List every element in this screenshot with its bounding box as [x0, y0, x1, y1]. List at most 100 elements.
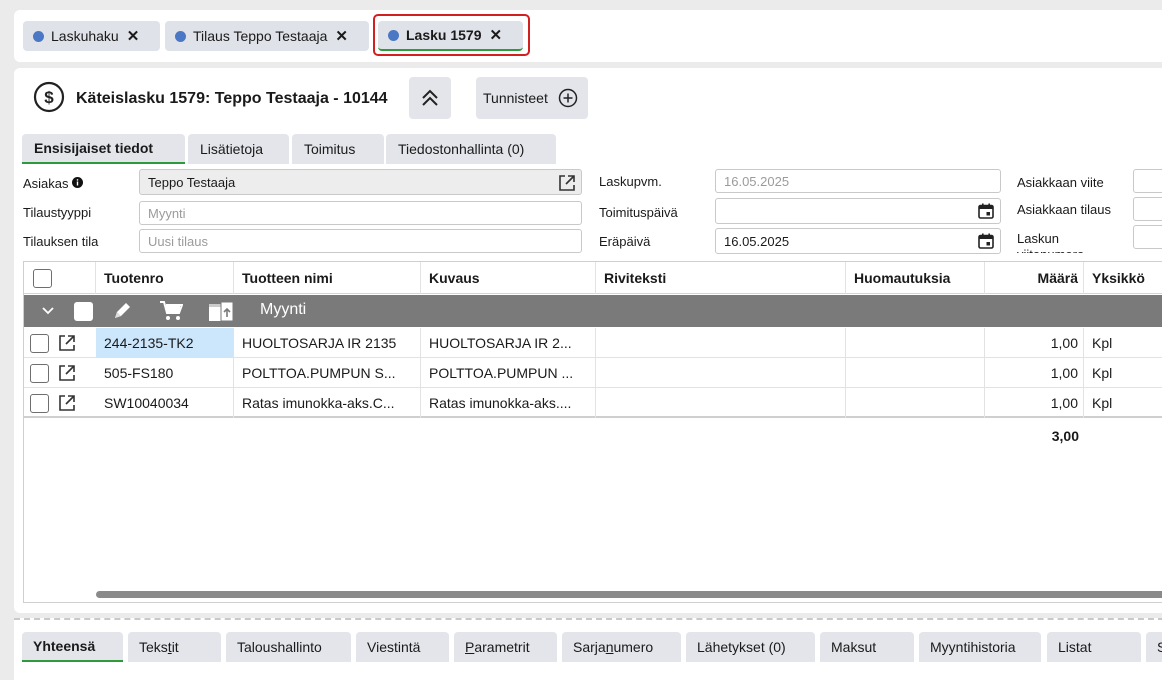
tab-sarjanumero[interactable]: Sarja n umero — [562, 632, 681, 662]
tab-lahetykset[interactable]: Lähetykset (0) — [686, 632, 815, 662]
column-header-riviteksti[interactable]: Riviteksti — [596, 262, 846, 294]
open-external-icon[interactable] — [58, 364, 76, 382]
tab-lisatietoja[interactable]: Lisätietoja — [188, 134, 289, 164]
cell-quantity[interactable]: 1,00 — [985, 328, 1084, 358]
tab-listat[interactable]: Listat — [1047, 632, 1141, 662]
cell-product-no[interactable]: 505-FS180 — [96, 358, 234, 388]
tab-yhteensa[interactable]: Yhteensä — [22, 632, 123, 662]
svg-text:$: $ — [44, 88, 54, 107]
invoice-date-field[interactable]: 16.05.2025 — [715, 169, 1001, 193]
cell-row-text[interactable] — [596, 388, 846, 418]
calendar-icon[interactable] — [978, 203, 994, 219]
column-header-yksikko[interactable]: Yksikkö — [1084, 262, 1162, 294]
cart-icon[interactable] — [159, 300, 183, 322]
delivery-date-field[interactable] — [715, 198, 1001, 224]
cell-unit[interactable]: Kpl — [1084, 328, 1162, 358]
tab-myyntihistoria[interactable]: Myyntihistoria — [919, 632, 1041, 662]
cell-notes[interactable] — [846, 328, 985, 358]
cell-description[interactable]: POLTTOA.PUMPUN ... — [421, 358, 596, 388]
invoice-date-label: Laskupvm. — [599, 174, 662, 189]
collapse-header-button[interactable] — [409, 77, 451, 119]
cell-quantity[interactable]: 1,00 — [985, 388, 1084, 418]
info-icon[interactable] — [72, 177, 84, 188]
open-external-icon[interactable] — [558, 174, 576, 192]
tab-parametrit[interactable]: Parametrit — [454, 632, 557, 662]
doc-tab-laskuhaku[interactable]: Laskuhaku ✕ — [23, 21, 160, 51]
order-type-field[interactable]: Myynti — [139, 201, 582, 225]
row-actions-cell — [24, 388, 96, 418]
open-external-icon[interactable] — [58, 334, 76, 352]
chevron-down-icon[interactable] — [42, 307, 54, 315]
customer-ref-label: Asiakkaan viite — [1017, 175, 1104, 190]
customer-ref-field[interactable] — [1133, 169, 1162, 193]
cell-product-no[interactable]: SW10040034 — [96, 388, 234, 418]
invoice-ref-field[interactable] — [1133, 225, 1162, 249]
page-title: Käteislasku 1579: Teppo Testaaja - 10144 — [76, 90, 388, 107]
column-header-huomautuksia[interactable]: Huomautuksia — [846, 262, 985, 294]
group-row-myynti: Myynti — [24, 295, 1162, 327]
calendar-icon[interactable] — [978, 233, 994, 249]
order-status-field[interactable]: Uusi tilaus — [139, 229, 582, 253]
table-row[interactable]: SW10040034 Ratas imunokka-aks.C... Ratas… — [24, 388, 1162, 418]
bottom-tab-bar: Yhteensä Teks t it Taloushallinto Viestint… — [14, 618, 1162, 680]
tab-viestinta[interactable]: Viestintä — [356, 632, 449, 662]
cell-product-name[interactable]: POLTTOA.PUMPUN S... — [234, 358, 421, 388]
cell-notes[interactable] — [846, 388, 985, 418]
total-quantity: 3,00 — [1051, 428, 1079, 444]
tab-taloushallinto[interactable]: Taloushallinto — [226, 632, 351, 662]
tab-tekstit[interactable]: Teks t it — [128, 632, 221, 662]
table-row[interactable]: 505-FS180 POLTTOA.PUMPUN S... POLTTOA.PU… — [24, 358, 1162, 388]
tab-status-dot — [33, 30, 44, 42]
row-checkbox[interactable] — [30, 363, 49, 383]
row-checkbox[interactable] — [30, 333, 49, 353]
doc-tab-tilaus[interactable]: Tilaus Teppo Testaaja ✕ — [165, 21, 369, 51]
invoice-lines-grid: Tuotenro Tuotteen nimi Kuvaus Riviteksti… — [23, 261, 1162, 603]
doc-tab-label: Tilaus Teppo Testaaja — [193, 28, 328, 44]
tab-tiedostonhallinta[interactable]: Tiedostonhallinta (0) — [386, 134, 556, 164]
tab-toimitus[interactable]: Toimitus — [292, 134, 384, 164]
tab-status-dot — [175, 30, 186, 42]
move-rows-icon[interactable] — [208, 299, 236, 323]
customer-order-label: Asiakkaan tilaus — [1017, 202, 1111, 217]
cell-row-text[interactable] — [596, 358, 846, 388]
open-external-icon[interactable] — [58, 394, 76, 412]
table-row[interactable]: 244-2135-TK2 HUOLTOSARJA IR 2135 HUOLTOS… — [24, 328, 1162, 358]
cell-product-no[interactable]: 244-2135-TK2 — [96, 328, 234, 358]
tab-maksut[interactable]: Maksut — [820, 632, 914, 662]
customer-order-field[interactable] — [1133, 197, 1162, 221]
row-actions-cell — [24, 328, 96, 358]
cell-quantity[interactable]: 1,00 — [985, 358, 1084, 388]
column-header-tuotenro[interactable]: Tuotenro — [96, 262, 234, 294]
select-all-checkbox[interactable] — [33, 268, 52, 288]
cell-notes[interactable] — [846, 358, 985, 388]
cell-unit[interactable]: Kpl — [1084, 388, 1162, 418]
due-date-field[interactable]: 16.05.2025 — [715, 228, 1001, 254]
column-header-tuotteen-nimi[interactable]: Tuotteen nimi — [234, 262, 421, 294]
close-icon[interactable]: ✕ — [127, 27, 140, 45]
cell-product-name[interactable]: HUOLTOSARJA IR 2135 — [234, 328, 421, 358]
tab-more[interactable]: S — [1146, 632, 1162, 662]
column-header-maara[interactable]: Määrä — [985, 262, 1084, 294]
row-actions-cell — [24, 358, 96, 388]
horizontal-scrollbar[interactable] — [96, 591, 1162, 598]
column-header-kuvaus[interactable]: Kuvaus — [421, 262, 596, 294]
row-checkbox[interactable] — [30, 393, 49, 413]
cell-unit[interactable]: Kpl — [1084, 358, 1162, 388]
close-icon[interactable]: ✕ — [335, 27, 348, 45]
cell-description[interactable]: Ratas imunokka-aks.... — [421, 388, 596, 418]
doc-tab-label: Laskuhaku — [51, 28, 119, 44]
tab-ensisijaiset-tiedot[interactable]: Ensisijaiset tiedot — [22, 134, 185, 164]
cell-row-text[interactable] — [596, 328, 846, 358]
customer-field[interactable]: Teppo Testaaja — [139, 169, 582, 195]
grid-header: Tuotenro Tuotteen nimi Kuvaus Riviteksti… — [24, 262, 1162, 294]
cell-product-name[interactable]: Ratas imunokka-aks.C... — [234, 388, 421, 418]
invoice-panel: $ Käteislasku 1579: Teppo Testaaja - 101… — [14, 68, 1162, 613]
dollar-icon: $ — [33, 81, 65, 113]
cell-description[interactable]: HUOLTOSARJA IR 2... — [421, 328, 596, 358]
active-tab-highlight — [373, 14, 530, 56]
tags-button[interactable]: Tunnisteet — [476, 77, 588, 119]
group-label: Myynti — [260, 301, 307, 318]
group-checkbox[interactable] — [74, 302, 93, 321]
order-status-label: Tilauksen tila — [23, 234, 99, 249]
pencil-icon[interactable] — [111, 300, 133, 322]
